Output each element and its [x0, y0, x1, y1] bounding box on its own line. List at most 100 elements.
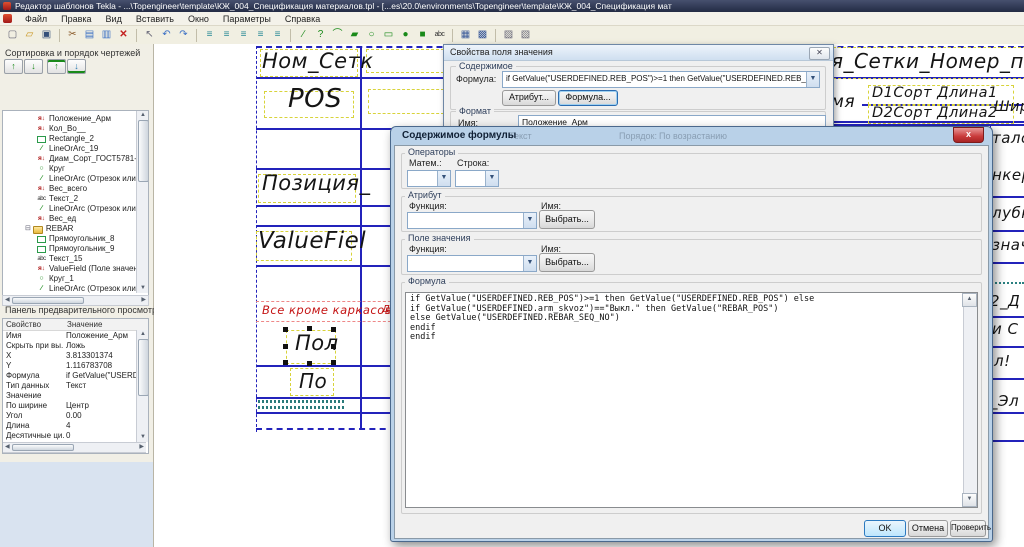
- right-strip-label[interactable]: и С: [992, 320, 1019, 338]
- dialog-title-bar[interactable]: Свойства поля значения ✕: [444, 45, 833, 61]
- filled-circle-icon[interactable]: ●: [398, 28, 413, 42]
- right-d2-label[interactable]: D2Сорт Длина2: [872, 105, 998, 121]
- formula-text[interactable]: if GetValue("USERDEFINED.REB_POS")>=1 th…: [406, 293, 977, 345]
- field-position[interactable]: Позиция_: [262, 171, 371, 195]
- tree-item[interactable]: Rectangle_2: [3, 134, 148, 144]
- attribute-function-combo[interactable]: ▼: [407, 212, 537, 229]
- right-strip-label[interactable]: л!: [994, 352, 1011, 370]
- chevron-down-icon[interactable]: ▼: [485, 171, 498, 186]
- right-strip-label[interactable]: лубк: [992, 204, 1024, 222]
- tree-item[interactable]: ○Круг: [3, 164, 148, 174]
- menu-edit[interactable]: Правка: [54, 14, 98, 24]
- filled-rect-icon[interactable]: ■: [415, 28, 430, 42]
- selection-handle[interactable]: [283, 344, 288, 349]
- delete-icon[interactable]: ✕: [116, 28, 131, 42]
- move-up-button[interactable]: ↑: [4, 59, 23, 74]
- value-field-icon[interactable]: ▦: [458, 28, 473, 42]
- move-down-button[interactable]: ↓: [24, 59, 43, 74]
- circle-icon[interactable]: ○: [364, 28, 379, 42]
- move-top-button[interactable]: ↑: [47, 59, 66, 74]
- open-icon[interactable]: ▱: [22, 28, 37, 42]
- save-icon[interactable]: ▣: [39, 28, 54, 42]
- field-nom-setk[interactable]: Ном_Сетк: [262, 49, 373, 73]
- right-strip-label[interactable]: _Эл: [990, 392, 1019, 410]
- chevron-down-icon[interactable]: ▼: [806, 72, 819, 87]
- right-shir-label[interactable]: Шир: [994, 99, 1024, 115]
- value-field-function-combo[interactable]: ▼: [407, 255, 537, 272]
- select-icon[interactable]: ↖: [142, 28, 157, 42]
- properties-vertical-scrollbar[interactable]: ▲ ▼: [136, 330, 148, 442]
- properties-horizontal-scrollbar[interactable]: ◀ ▶: [3, 442, 146, 453]
- tree-item[interactable]: я↓ValueField (Поле значен: [3, 264, 148, 274]
- tree-item[interactable]: Прямоугольник_9: [3, 244, 148, 254]
- tree-item[interactable]: я↓Положение_Арм: [3, 114, 148, 124]
- tree-item[interactable]: ○Круг_1: [3, 274, 148, 284]
- formula-vertical-scrollbar[interactable]: ▲ ▼: [963, 293, 977, 507]
- ok-button[interactable]: OK: [864, 520, 906, 537]
- chevron-down-icon[interactable]: ▼: [437, 171, 450, 186]
- align-center-icon[interactable]: ≡: [219, 28, 234, 42]
- collapse-icon[interactable]: ⊟: [25, 224, 31, 234]
- paste-icon[interactable]: ▥: [99, 28, 114, 42]
- field-valuefield[interactable]: ValueFiel: [258, 228, 366, 254]
- dotted-text-row[interactable]: [258, 400, 346, 403]
- new-icon[interactable]: ▢: [5, 28, 20, 42]
- selection-handle[interactable]: [283, 327, 288, 332]
- text-icon[interactable]: abc: [432, 28, 447, 42]
- tree-item[interactable]: я↓Кол_Во__: [3, 124, 148, 134]
- red-note-label[interactable]: Все кроме каркасов: [262, 303, 392, 317]
- tree-item[interactable]: abcТекст_2: [3, 194, 148, 204]
- string-operator-combo[interactable]: ▼: [455, 170, 499, 187]
- formula-button[interactable]: Формула...: [558, 90, 618, 106]
- cancel-button[interactable]: Отмена: [908, 520, 948, 537]
- align-bottom-icon[interactable]: ≡: [270, 28, 285, 42]
- menu-insert[interactable]: Вставить: [129, 14, 181, 24]
- formula-combo[interactable]: if GetValue("USERDEFINED.REB_POS")>=1 th…: [502, 71, 820, 88]
- scroll-down-icon[interactable]: ▼: [962, 493, 977, 507]
- tree-item[interactable]: abcТекст_15: [3, 254, 148, 264]
- menu-file[interactable]: Файл: [18, 14, 54, 24]
- tree-item[interactable]: ∕LineOrArc (Отрезок или: [3, 174, 148, 184]
- right-strip-label[interactable]: знач: [992, 236, 1024, 254]
- menu-help[interactable]: Справка: [278, 14, 327, 24]
- tree-item[interactable]: ∕LineOrArc_19: [3, 144, 148, 154]
- link-icon[interactable]: ▧: [518, 28, 533, 42]
- tree-item[interactable]: ∕LineOrArc (Отрезок или: [3, 204, 148, 214]
- right-strip-label[interactable]: 2_Д: [990, 292, 1020, 310]
- tree-item[interactable]: я↓Вес_всего: [3, 184, 148, 194]
- tree-item[interactable]: я↓Диам_Сорт_ГОСТ5781-8: [3, 154, 148, 164]
- template-icon[interactable]: ▩: [475, 28, 490, 42]
- value-field-select-button[interactable]: Выбрать...: [539, 253, 595, 272]
- cut-icon[interactable]: ✂: [65, 28, 80, 42]
- tree-item[interactable]: я↓Вес_ед: [3, 214, 148, 224]
- copy-icon[interactable]: ▤: [82, 28, 97, 42]
- close-icon[interactable]: ✕: [809, 47, 830, 60]
- selection-handle[interactable]: [307, 361, 312, 366]
- attribute-button[interactable]: Атрибут...: [502, 90, 556, 106]
- arc-icon[interactable]: ⌒: [330, 28, 345, 42]
- rectangle-icon[interactable]: ▭: [381, 28, 396, 42]
- freehand-icon[interactable]: ?: [313, 28, 328, 42]
- right-header-label[interactable]: я_Сетки_Номер_поз_в: [831, 49, 1024, 73]
- menu-view[interactable]: Вид: [99, 14, 129, 24]
- tree-item[interactable]: Прямоугольник_8: [3, 234, 148, 244]
- field-pol[interactable]: Пол: [295, 331, 339, 355]
- align-right-icon[interactable]: ≡: [253, 28, 268, 42]
- menu-options[interactable]: Параметры: [216, 14, 278, 24]
- field-pos[interactable]: POS: [288, 84, 342, 114]
- picture-icon[interactable]: ▨: [501, 28, 516, 42]
- right-d1-label[interactable]: D1Сорт Длина1: [872, 85, 998, 101]
- close-icon[interactable]: x: [953, 127, 984, 143]
- chevron-down-icon[interactable]: ▼: [523, 256, 536, 271]
- align-left-icon[interactable]: ≡: [202, 28, 217, 42]
- dotted-text-row[interactable]: [258, 406, 346, 409]
- chevron-down-icon[interactable]: ▼: [523, 213, 536, 228]
- formula-textarea[interactable]: if GetValue("USERDEFINED.REB_POS")>=1 th…: [405, 292, 978, 508]
- scroll-up-icon[interactable]: ▲: [962, 293, 977, 307]
- menu-window[interactable]: Окно: [181, 14, 216, 24]
- undo-icon[interactable]: ↶: [159, 28, 174, 42]
- field-po[interactable]: По: [299, 369, 327, 393]
- math-operator-combo[interactable]: ▼: [407, 170, 451, 187]
- move-bottom-button[interactable]: ↓: [67, 59, 86, 74]
- polygon-icon[interactable]: ▰: [347, 28, 362, 42]
